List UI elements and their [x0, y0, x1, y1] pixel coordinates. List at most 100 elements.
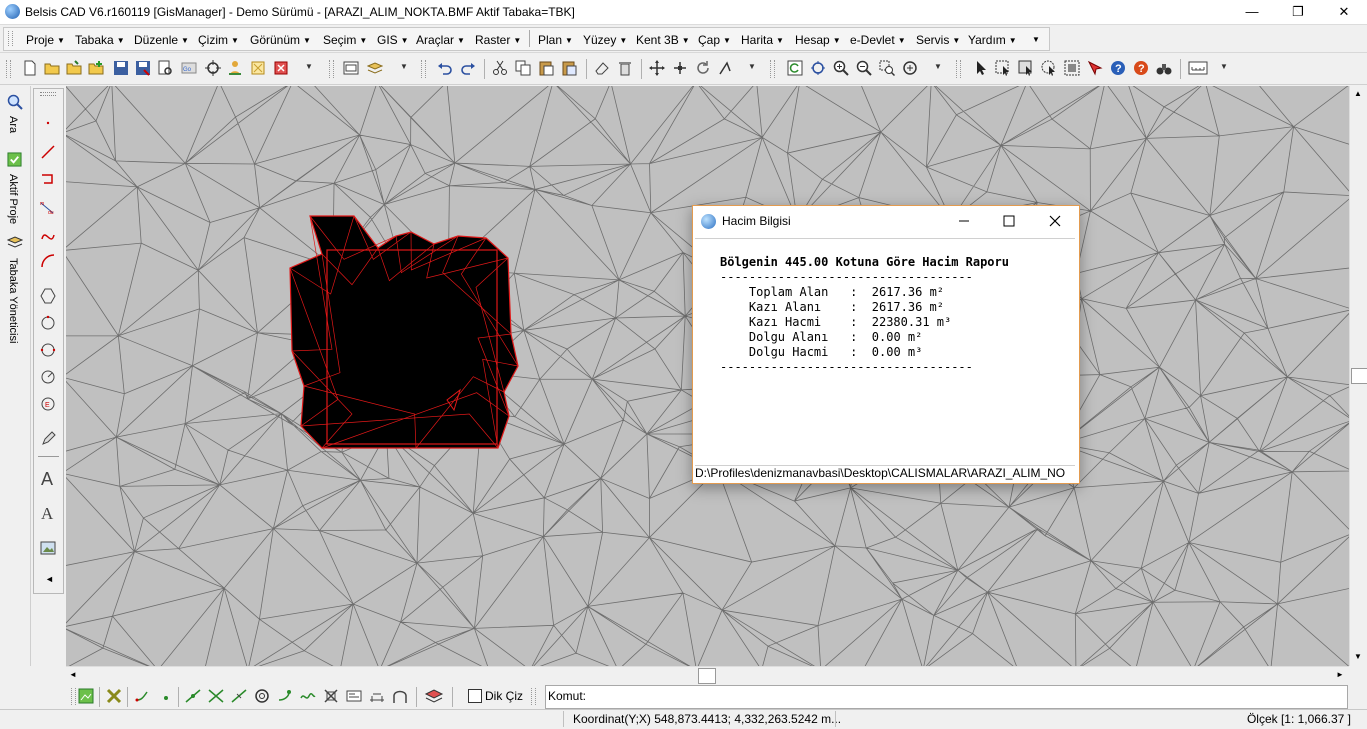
circle-radius-tool-icon[interactable]: [40, 369, 56, 385]
horizontal-scroll-thumb[interactable]: [698, 668, 716, 684]
layout-icon[interactable]: [343, 60, 359, 76]
curve-tool-icon[interactable]: [40, 227, 56, 243]
dik-ciz-checkbox[interactable]: [468, 689, 482, 703]
save-as-icon[interactable]: [135, 60, 151, 76]
snap-grid-icon[interactable]: [323, 688, 339, 704]
snap-parallel-icon[interactable]: [392, 688, 408, 704]
menu-plan[interactable]: Plan ▼: [538, 33, 573, 47]
check-icon[interactable]: [7, 152, 22, 167]
snap-tangent-icon[interactable]: [277, 688, 293, 704]
snap-endpoint-icon[interactable]: [135, 688, 151, 704]
polygon-tool-icon[interactable]: [40, 288, 56, 304]
copy-icon[interactable]: [515, 60, 531, 76]
scroll-right-icon[interactable]: ►: [1336, 670, 1344, 679]
text-style-tool-icon[interactable]: A: [40, 502, 56, 522]
paste-icon[interactable]: [538, 60, 554, 76]
open-folder-2-icon[interactable]: [66, 60, 82, 76]
select-crossing-icon[interactable]: [1018, 60, 1034, 76]
menu-yuzey[interactable]: Yüzey ▼: [583, 33, 627, 47]
toolbar2-dropdown-icon[interactable]: ▼: [400, 62, 408, 71]
redo-icon[interactable]: [460, 60, 476, 76]
menu-secim[interactable]: Seçim ▼: [323, 33, 367, 47]
close-button[interactable]: ✕: [1321, 0, 1367, 24]
menu-yardim[interactable]: Yardım ▼: [968, 33, 1017, 47]
undo-icon[interactable]: [437, 60, 453, 76]
measure-angle-icon[interactable]: [718, 60, 734, 76]
eraser-icon[interactable]: [594, 60, 610, 76]
snap-text-icon[interactable]: [346, 688, 362, 704]
open-folder-icon[interactable]: [44, 60, 60, 76]
tab-layer-manager[interactable]: Tabaka Yöneticisi: [7, 258, 19, 343]
paste-special-icon[interactable]: [561, 60, 577, 76]
gps-target-icon[interactable]: [205, 60, 221, 76]
ellipse-tool-icon[interactable]: E: [40, 396, 56, 412]
snap-midpoint-icon[interactable]: [185, 688, 201, 704]
dialog-close-icon[interactable]: [1048, 214, 1062, 228]
zoom-window-icon[interactable]: [879, 60, 895, 76]
user-icon[interactable]: [227, 60, 243, 76]
select-all-icon[interactable]: [1064, 60, 1080, 76]
snap-intersection-icon[interactable]: [208, 688, 224, 704]
offset-line-icon[interactable]: mdu: [40, 199, 56, 215]
vertical-scroll-thumb[interactable]: [1351, 368, 1367, 384]
polyline-tool-icon[interactable]: [40, 171, 56, 187]
scroll-left-icon[interactable]: ◄: [69, 670, 77, 679]
menu-araclar[interactable]: Araçlar ▼: [416, 33, 465, 47]
tab-active-project[interactable]: Aktif Proje: [7, 174, 19, 224]
snap-nearest-icon[interactable]: [300, 688, 316, 704]
menu-kent3b[interactable]: Kent 3B ▼: [636, 33, 690, 47]
snap-perpendicular-icon[interactable]: [231, 688, 247, 704]
vertical-scrollbar[interactable]: ▲ ▼: [1349, 86, 1367, 666]
app-icon[interactable]: [5, 4, 20, 19]
menu-cap[interactable]: Çap ▼: [698, 33, 731, 47]
cut-icon[interactable]: [492, 60, 508, 76]
select-circle-icon[interactable]: [1041, 60, 1057, 76]
menu-duzenle[interactable]: Düzenle ▼: [134, 33, 189, 47]
zoom-all-icon[interactable]: [902, 60, 918, 76]
delete-box-icon[interactable]: [273, 60, 289, 76]
excavation-region[interactable]: [289, 215, 519, 449]
collapse-left-icon[interactable]: ◄: [45, 574, 54, 584]
command-line[interactable]: Komut:: [545, 685, 1348, 709]
toolbar4-dropdown-icon[interactable]: ▼: [934, 62, 942, 71]
text-tool-icon[interactable]: A: [40, 468, 56, 488]
help-icon[interactable]: ?: [1110, 60, 1126, 76]
menu-gis[interactable]: GIS ▼: [377, 33, 409, 47]
menu-raster[interactable]: Raster ▼: [475, 33, 521, 47]
dialog-minimize-icon[interactable]: [957, 214, 971, 228]
save-icon[interactable]: [113, 60, 129, 76]
menu-proje[interactable]: Proje ▼: [26, 33, 65, 47]
menu-overflow-chevron-icon[interactable]: ▼: [1032, 35, 1040, 44]
arc-tool-icon[interactable]: [40, 253, 56, 269]
scale-icon[interactable]: [1188, 60, 1208, 76]
menu-tabaka[interactable]: Tabaka ▼: [75, 33, 125, 47]
toolbar3-dropdown-icon[interactable]: ▼: [748, 62, 756, 71]
trash-icon[interactable]: [617, 60, 633, 76]
circle-3p-tool-icon[interactable]: [40, 342, 56, 358]
zoom-out-icon[interactable]: [856, 60, 872, 76]
menu-hesap[interactable]: Hesap ▼: [795, 33, 841, 47]
line-tool-icon[interactable]: [40, 144, 56, 160]
google-map-icon[interactable]: Go: [181, 60, 197, 76]
search-icon[interactable]: [7, 94, 23, 110]
new-file-icon[interactable]: [22, 60, 38, 76]
pencil-tool-icon[interactable]: [40, 431, 56, 447]
move-icon[interactable]: [649, 60, 665, 76]
minimize-button[interactable]: —: [1229, 0, 1275, 24]
select-window-icon[interactable]: [995, 60, 1011, 76]
menu-servis[interactable]: Servis ▼: [916, 33, 960, 47]
snap-point-icon[interactable]: [158, 688, 174, 704]
pointer-icon[interactable]: [973, 60, 989, 76]
scroll-up-icon[interactable]: ▲: [1354, 89, 1362, 98]
maximize-button[interactable]: ❐: [1275, 0, 1321, 24]
context-help-icon[interactable]: ?: [1133, 60, 1149, 76]
snap-layer-icon[interactable]: [424, 688, 444, 704]
horizontal-scrollbar[interactable]: ◄ ►: [66, 666, 1349, 685]
menu-edevlet[interactable]: e-Devlet ▼: [850, 33, 906, 47]
binoculars-icon[interactable]: [1156, 60, 1172, 76]
toolbar5-dropdown-icon[interactable]: ▼: [1220, 62, 1228, 71]
circle-tool-icon[interactable]: [40, 315, 56, 331]
menu-harita[interactable]: Harita ▼: [741, 33, 784, 47]
toolbar1-dropdown-icon[interactable]: ▼: [305, 62, 313, 71]
add-folder-icon[interactable]: [88, 60, 104, 76]
